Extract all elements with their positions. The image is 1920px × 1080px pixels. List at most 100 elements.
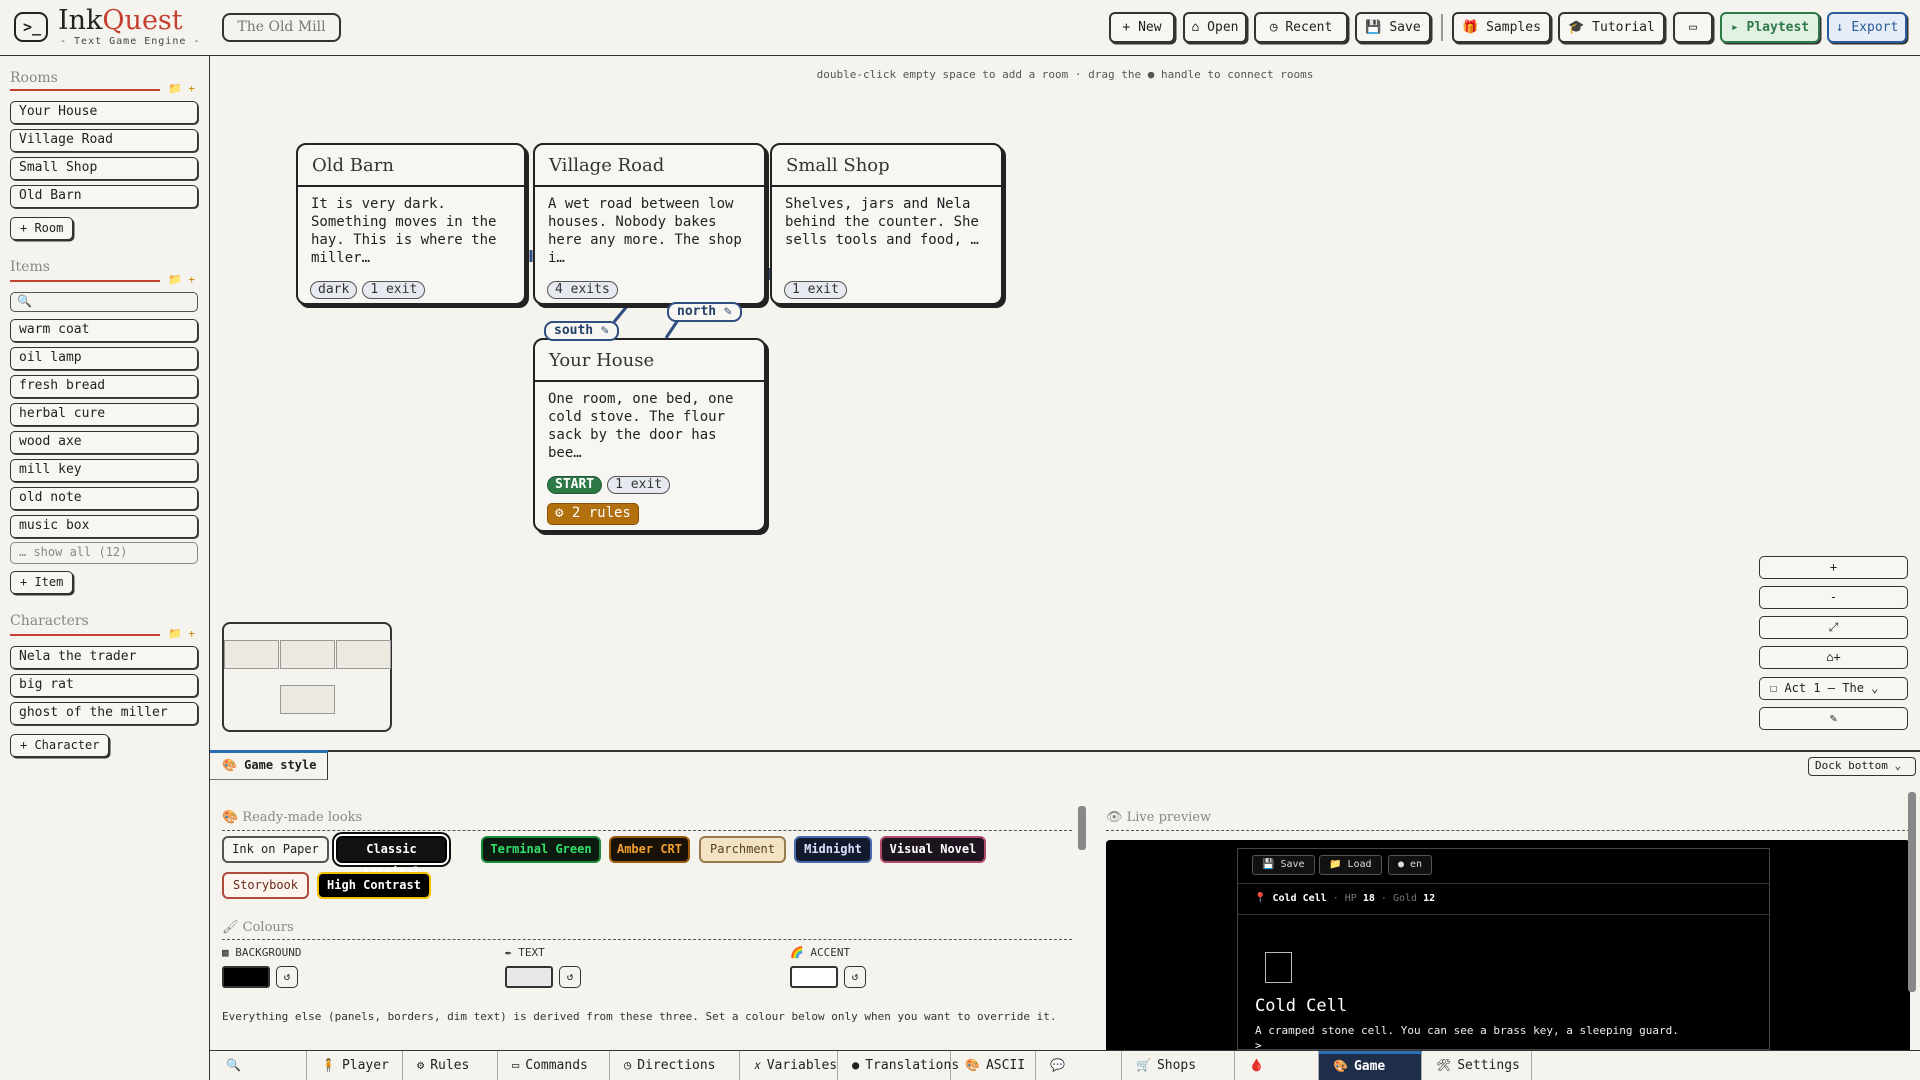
theme-parchment-button[interactable]: Parchment: [699, 836, 786, 863]
ready-made-heading: 🎨 Ready-made looks: [222, 810, 363, 825]
tab-icon: 🧍: [321, 1058, 336, 1072]
room-ascii-image: [1265, 952, 1292, 983]
tab-icon: 🛠: [1436, 1058, 1452, 1072]
tab-rules[interactable]: ⚙ Rules: [403, 1051, 498, 1080]
room-exit-count: 1 exit: [362, 281, 426, 299]
accent-colour-swatch[interactable]: [790, 966, 838, 988]
section-divider: [222, 939, 1072, 940]
room-card-your-house[interactable]: Your House One room, one bed, one cold s…: [533, 338, 766, 532]
preview-scrollbar[interactable]: [1906, 786, 1918, 1051]
tab-directions[interactable]: ◷ Directions: [610, 1051, 740, 1080]
tab-statuses[interactable]: 🩸Statuses: [1235, 1051, 1319, 1080]
gold-label: · Gold: [1380, 893, 1418, 904]
tab-icon: ◷: [624, 1058, 632, 1072]
settings-scrollbar[interactable]: [1076, 806, 1088, 1036]
tab-dialogues[interactable]: 💬Dialogues: [1036, 1051, 1122, 1080]
tab-inspector[interactable]: 🔍Inspector: [212, 1051, 307, 1080]
tab-player[interactable]: 🧍 Player: [307, 1051, 403, 1080]
tab-label: ASCII: [985, 1058, 1026, 1073]
start-badge: START: [547, 476, 603, 494]
game-save-button[interactable]: 💾 Save: [1252, 855, 1315, 875]
gold-value: 12: [1423, 893, 1436, 904]
hp-value: 18: [1362, 893, 1375, 904]
live-preview: 💾 Save 📁 Load ● en 📍 Cold Cell · HP 18 ·…: [1106, 840, 1910, 1050]
connection-line[interactable]: [664, 319, 680, 339]
tab-label: Player: [341, 1058, 389, 1073]
tab-settings[interactable]: 🛠 Settings: [1422, 1051, 1532, 1080]
dock-tab-game-style[interactable]: 🎨 Game style: [210, 750, 328, 780]
dock-position-select[interactable]: Dock bottom ⌄: [1808, 757, 1916, 776]
room-title: Old Barn: [298, 145, 524, 187]
hp-label: · HP: [1332, 893, 1357, 904]
room-exit-count: 1 exit: [784, 281, 847, 299]
connection-line[interactable]: [612, 304, 630, 323]
fit-view-button[interactable]: ⤢: [1759, 616, 1908, 639]
background-colour-label: ▩ BACKGROUND: [222, 946, 302, 959]
tab-icon: 🩸: [1249, 1058, 1264, 1072]
tab-label: Settings: [1457, 1058, 1520, 1073]
game-load-button[interactable]: 📁 Load: [1319, 855, 1382, 875]
tab-label: Shops: [1156, 1058, 1197, 1073]
exit-label-north[interactable]: north ✎: [667, 302, 742, 322]
tab-icon: ▭: [512, 1058, 520, 1072]
tab-commands[interactable]: ▭ Commands: [498, 1051, 610, 1080]
minimap-room: [224, 640, 279, 669]
reset-background-button[interactable]: ↺: [276, 966, 298, 988]
theme-visual-novel-button[interactable]: Visual Novel: [880, 836, 986, 863]
section-divider: [1106, 830, 1910, 831]
tab-icon: 🛒: [1136, 1058, 1151, 1072]
minimap-room: [336, 640, 391, 669]
theme-storybook-button[interactable]: Storybook: [222, 872, 309, 899]
tab-icon: 🔍: [226, 1058, 241, 1072]
tab-game-style[interactable]: 🎨Game style: [1319, 1051, 1422, 1080]
theme-ink-on-paper-button[interactable]: Ink on Paper: [222, 836, 329, 863]
background-colour-swatch[interactable]: [222, 966, 270, 988]
bottom-tab-bar: 🔍Inspector 🧍 Player ⚙ Rules ▭ Commands ◷ Directi…: [210, 1050, 1920, 1080]
tab-label: Variables: [766, 1058, 838, 1073]
zoom-out-button[interactable]: -: [1759, 586, 1908, 609]
dock-panel: 🎨 Game style Dock bottom ⌄ 🎨 Ready-made …: [210, 750, 1920, 1050]
theme-amber-crt-button[interactable]: Amber CRT: [609, 836, 690, 863]
connect-tool-button[interactable]: ✎: [1759, 707, 1908, 730]
tab-label: Directions: [637, 1058, 716, 1073]
room-card-old-barn[interactable]: Old Barn It is very dark. Something move…: [296, 143, 526, 305]
text-colour-swatch[interactable]: [505, 966, 553, 988]
act-select[interactable]: ☐ Act 1 – The ⌄: [1759, 677, 1908, 700]
game-command-prompt[interactable]: >: [1255, 1039, 1262, 1050]
theme-midnight-button[interactable]: Midnight: [794, 836, 872, 863]
theme-classic-terminal-button[interactable]: Classic terminal: [336, 836, 447, 879]
room-card-small-shop[interactable]: Small Shop Shelves, jars and Nela behind…: [770, 143, 1003, 305]
tab-ascii[interactable]: 🎨 ASCII: [951, 1051, 1036, 1080]
zoom-in-button[interactable]: +: [1759, 556, 1908, 579]
tab-variables[interactable]: 𝑥 Variables: [740, 1051, 838, 1080]
room-description: Shelves, jars and Nela behind the counte…: [785, 196, 979, 248]
colours-heading: 🖌 Colours: [222, 920, 294, 935]
room-exit-count: 4 exits: [547, 281, 618, 299]
exit-label-south[interactable]: south ✎: [544, 321, 619, 341]
reset-text-button[interactable]: ↺: [559, 966, 581, 988]
room-description: A wet road between low houses. Nobody ba…: [548, 196, 742, 266]
room-description: It is very dark. Something moves in the …: [311, 196, 497, 266]
room-tag: dark: [310, 281, 358, 299]
tab-icon: 🎨: [965, 1058, 980, 1072]
room-title: Village Road: [535, 145, 764, 187]
game-status-bar: 📍 Cold Cell · HP 18 · Gold 12: [1238, 883, 1769, 915]
accent-colour-label: 🌈 ACCENT: [790, 946, 851, 959]
game-room-description: A cramped stone cell. You can see a bras…: [1255, 1024, 1679, 1037]
room-card-village-road[interactable]: Village Road A wet road between low hous…: [533, 143, 766, 305]
theme-high-contrast-button[interactable]: High Contrast: [317, 872, 431, 899]
home-add-button[interactable]: ⌂+: [1759, 646, 1908, 669]
game-room-title: Cold Cell: [1255, 996, 1348, 1016]
reset-accent-button[interactable]: ↺: [844, 966, 866, 988]
room-title: Small Shop: [772, 145, 1001, 187]
game-language-button[interactable]: ● en: [1388, 855, 1433, 875]
rules-badge[interactable]: ⚙ 2 rules: [547, 503, 639, 525]
theme-terminal-green-button[interactable]: Terminal Green: [481, 836, 601, 863]
section-divider: [222, 830, 1072, 831]
room-exit-count: 1 exit: [607, 476, 671, 494]
tab-shops[interactable]: 🛒 Shops: [1122, 1051, 1235, 1080]
minimap[interactable]: [222, 622, 392, 732]
tab-icon: ⚙: [417, 1058, 425, 1072]
tab-translations[interactable]: ● Translations: [838, 1051, 959, 1080]
pen-icon: ✒: [505, 946, 512, 959]
